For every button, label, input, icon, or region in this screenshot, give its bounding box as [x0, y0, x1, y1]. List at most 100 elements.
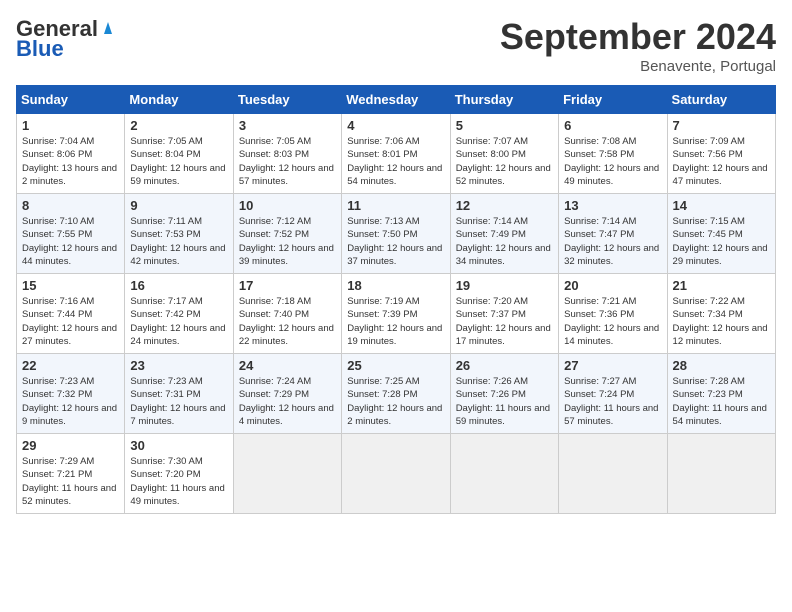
table-row: 26 Sunrise: 7:26 AMSunset: 7:26 PMDayligh…: [450, 354, 558, 434]
day-info: Sunrise: 7:20 AMSunset: 7:37 PMDaylight:…: [456, 296, 551, 347]
table-row: 18 Sunrise: 7:19 AMSunset: 7:39 PMDayligh…: [342, 274, 450, 354]
table-row: 17 Sunrise: 7:18 AMSunset: 7:40 PMDayligh…: [233, 274, 341, 354]
table-row: 24 Sunrise: 7:24 AMSunset: 7:29 PMDayligh…: [233, 354, 341, 434]
day-info: Sunrise: 7:11 AMSunset: 7:53 PMDaylight:…: [130, 216, 225, 267]
col-tuesday: Tuesday: [233, 86, 341, 114]
day-info: Sunrise: 7:06 AMSunset: 8:01 PMDaylight:…: [347, 136, 442, 187]
table-row: 14Sunrise: 7:15 AMSunset: 7:45 PMDayligh…: [667, 194, 775, 274]
day-info: Sunrise: 7:05 AMSunset: 8:03 PMDaylight:…: [239, 136, 334, 187]
day-info: Sunrise: 7:08 AMSunset: 7:58 PMDaylight:…: [564, 136, 659, 187]
day-info: Sunrise: 7:19 AMSunset: 7:39 PMDaylight:…: [347, 296, 442, 347]
calendar-table: Sunday Monday Tuesday Wednesday Thursday…: [16, 85, 776, 514]
table-row: 4 Sunrise: 7:06 AMSunset: 8:01 PMDaylight…: [342, 114, 450, 194]
day-info: Sunrise: 7:25 AMSunset: 7:28 PMDaylight:…: [347, 376, 442, 427]
table-row: 28Sunrise: 7:28 AMSunset: 7:23 PMDayligh…: [667, 354, 775, 434]
table-row: 19 Sunrise: 7:20 AMSunset: 7:37 PMDayligh…: [450, 274, 558, 354]
day-info: Sunrise: 7:22 AMSunset: 7:34 PMDaylight:…: [673, 296, 768, 347]
day-info: Sunrise: 7:14 AMSunset: 7:47 PMDaylight:…: [564, 216, 659, 267]
day-number: 3: [239, 118, 336, 133]
day-info: Sunrise: 7:18 AMSunset: 7:40 PMDaylight:…: [239, 296, 334, 347]
col-saturday: Saturday: [667, 86, 775, 114]
day-number: 19: [456, 278, 553, 293]
calendar-body: 1Sunrise: 7:04 AMSunset: 8:06 PMDaylight…: [17, 114, 776, 514]
table-row: 22Sunrise: 7:23 AMSunset: 7:32 PMDayligh…: [17, 354, 125, 434]
table-row: 7 Sunrise: 7:09 AMSunset: 7:56 PMDaylight…: [667, 114, 775, 194]
day-info: Sunrise: 7:05 AMSunset: 8:04 PMDaylight:…: [130, 136, 225, 187]
day-number: 12: [456, 198, 553, 213]
day-info: Sunrise: 7:23 AMSunset: 7:31 PMDaylight:…: [130, 376, 225, 427]
calendar-row: 22Sunrise: 7:23 AMSunset: 7:32 PMDayligh…: [17, 354, 776, 434]
table-row: 11Sunrise: 7:13 AMSunset: 7:50 PMDayligh…: [342, 194, 450, 274]
day-number: 27: [564, 358, 661, 373]
logo-blue-text: Blue: [16, 36, 64, 62]
day-info: Sunrise: 7:14 AMSunset: 7:49 PMDaylight:…: [456, 216, 551, 267]
table-row: 8 Sunrise: 7:10 AMSunset: 7:55 PMDaylight…: [17, 194, 125, 274]
day-number: 5: [456, 118, 553, 133]
day-number: 2: [130, 118, 227, 133]
day-number: 18: [347, 278, 444, 293]
table-row: 6 Sunrise: 7:08 AMSunset: 7:58 PMDaylight…: [559, 114, 667, 194]
day-number: 8: [22, 198, 119, 213]
day-number: 30: [130, 438, 227, 453]
calendar-row: 29Sunrise: 7:29 AMSunset: 7:21 PMDayligh…: [17, 434, 776, 514]
table-row: 12 Sunrise: 7:14 AMSunset: 7:49 PMDayligh…: [450, 194, 558, 274]
day-info: Sunrise: 7:07 AMSunset: 8:00 PMDaylight:…: [456, 136, 551, 187]
location: Benavente, Portugal: [500, 58, 776, 75]
table-row: 20Sunrise: 7:21 AMSunset: 7:36 PMDayligh…: [559, 274, 667, 354]
table-row: [667, 434, 775, 514]
day-number: 24: [239, 358, 336, 373]
day-number: 17: [239, 278, 336, 293]
day-number: 1: [22, 118, 119, 133]
day-info: Sunrise: 7:27 AMSunset: 7:24 PMDaylight:…: [564, 376, 658, 427]
day-number: 10: [239, 198, 336, 213]
day-number: 26: [456, 358, 553, 373]
day-info: Sunrise: 7:23 AMSunset: 7:32 PMDaylight:…: [22, 376, 117, 427]
table-row: 9 Sunrise: 7:11 AMSunset: 7:53 PMDaylight…: [125, 194, 233, 274]
day-number: 9: [130, 198, 227, 213]
table-row: [450, 434, 558, 514]
day-number: 7: [673, 118, 770, 133]
title-block: September 2024 Benavente, Portugal: [500, 16, 776, 75]
table-row: [233, 434, 341, 514]
day-number: 13: [564, 198, 661, 213]
table-row: [559, 434, 667, 514]
day-info: Sunrise: 7:12 AMSunset: 7:52 PMDaylight:…: [239, 216, 334, 267]
day-number: 20: [564, 278, 661, 293]
table-row: 3 Sunrise: 7:05 AMSunset: 8:03 PMDaylight…: [233, 114, 341, 194]
day-info: Sunrise: 7:17 AMSunset: 7:42 PMDaylight:…: [130, 296, 225, 347]
table-row: 23 Sunrise: 7:23 AMSunset: 7:31 PMDayligh…: [125, 354, 233, 434]
table-row: 25 Sunrise: 7:25 AMSunset: 7:28 PMDayligh…: [342, 354, 450, 434]
table-row: 15Sunrise: 7:16 AMSunset: 7:44 PMDayligh…: [17, 274, 125, 354]
day-info: Sunrise: 7:09 AMSunset: 7:56 PMDaylight:…: [673, 136, 768, 187]
month-title: September 2024: [500, 16, 776, 58]
table-row: 2 Sunrise: 7:05 AMSunset: 8:04 PMDaylight…: [125, 114, 233, 194]
table-row: 13 Sunrise: 7:14 AMSunset: 7:47 PMDayligh…: [559, 194, 667, 274]
day-number: 25: [347, 358, 444, 373]
table-row: 5 Sunrise: 7:07 AMSunset: 8:00 PMDaylight…: [450, 114, 558, 194]
day-info: Sunrise: 7:13 AMSunset: 7:50 PMDaylight:…: [347, 216, 442, 267]
col-friday: Friday: [559, 86, 667, 114]
col-sunday: Sunday: [17, 86, 125, 114]
day-number: 21: [673, 278, 770, 293]
day-number: 4: [347, 118, 444, 133]
col-thursday: Thursday: [450, 86, 558, 114]
table-row: 29Sunrise: 7:29 AMSunset: 7:21 PMDayligh…: [17, 434, 125, 514]
logo: General Blue: [16, 16, 118, 62]
table-row: 30 Sunrise: 7:30 AMSunset: 7:20 PMDayligh…: [125, 434, 233, 514]
day-number: 6: [564, 118, 661, 133]
day-info: Sunrise: 7:24 AMSunset: 7:29 PMDaylight:…: [239, 376, 334, 427]
day-info: Sunrise: 7:16 AMSunset: 7:44 PMDaylight:…: [22, 296, 117, 347]
day-info: Sunrise: 7:15 AMSunset: 7:45 PMDaylight:…: [673, 216, 768, 267]
table-row: 16 Sunrise: 7:17 AMSunset: 7:42 PMDayligh…: [125, 274, 233, 354]
day-number: 16: [130, 278, 227, 293]
day-number: 23: [130, 358, 227, 373]
col-monday: Monday: [125, 86, 233, 114]
table-row: 27 Sunrise: 7:27 AMSunset: 7:24 PMDayligh…: [559, 354, 667, 434]
day-info: Sunrise: 7:30 AMSunset: 7:20 PMDaylight:…: [130, 456, 224, 507]
calendar-row: 1Sunrise: 7:04 AMSunset: 8:06 PMDaylight…: [17, 114, 776, 194]
day-number: 28: [673, 358, 770, 373]
day-info: Sunrise: 7:10 AMSunset: 7:55 PMDaylight:…: [22, 216, 117, 267]
header: General Blue September 2024 Benavente, P…: [16, 16, 776, 75]
day-info: Sunrise: 7:29 AMSunset: 7:21 PMDaylight:…: [22, 456, 116, 507]
day-info: Sunrise: 7:26 AMSunset: 7:26 PMDaylight:…: [456, 376, 550, 427]
